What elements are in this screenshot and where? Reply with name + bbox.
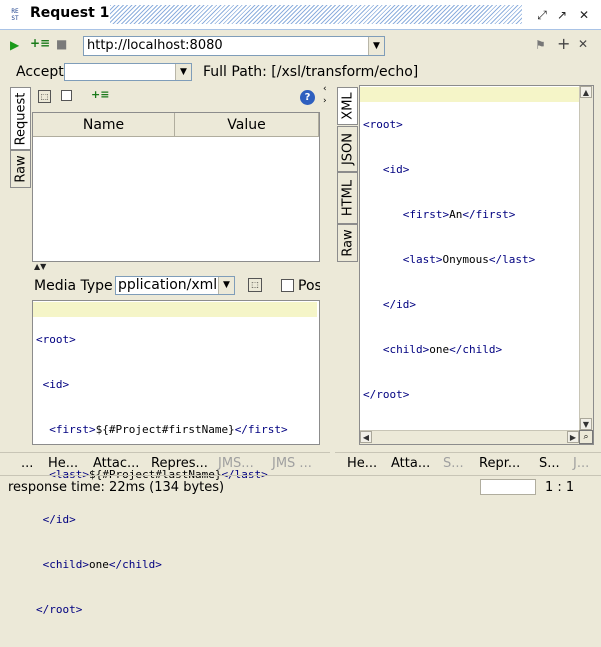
- stop-icon[interactable]: ■: [56, 37, 67, 51]
- tab-request-jms-headers: JMS...: [218, 456, 254, 471]
- code-line: <root>: [363, 118, 403, 131]
- code-line: <first>${#Project#firstName}</first>: [36, 423, 288, 436]
- title-hatch: [110, 5, 522, 24]
- tab-response-raw[interactable]: Raw: [337, 224, 358, 262]
- collapse-left-icon[interactable]: ‹: [323, 85, 327, 94]
- tab-response-attachments[interactable]: Atta...: [391, 454, 430, 474]
- post-label: Pos: [298, 278, 320, 294]
- chevron-down-icon[interactable]: ▼: [175, 64, 191, 80]
- scroll-left-icon[interactable]: ◀: [360, 431, 372, 443]
- code-line: </root>: [36, 603, 83, 616]
- chevron-down-icon[interactable]: ▼: [368, 37, 384, 55]
- params-table: Name Value: [32, 112, 320, 262]
- collapse-right-icon[interactable]: ›: [323, 97, 327, 106]
- flag-icon[interactable]: ⚑: [535, 38, 546, 52]
- window-title: Request 1: [30, 5, 110, 21]
- submit-request-icon[interactable]: ▶: [10, 38, 19, 52]
- scroll-right-icon[interactable]: ▶: [567, 431, 579, 443]
- tab-response-jms: J...: [573, 456, 590, 471]
- response-time-text: response time: 22ms (134 bytes): [8, 480, 225, 495]
- col-header-value[interactable]: Value: [175, 113, 319, 137]
- expand-icon[interactable]: ⬚: [38, 90, 51, 103]
- post-checkbox[interactable]: [281, 279, 294, 292]
- tab-request-attachments[interactable]: Attac...: [93, 454, 139, 474]
- tab-request-jms-properties: JMS ...: [272, 456, 312, 471]
- code-line: <child>one</child>: [363, 343, 503, 356]
- tab-response-ssl: S...: [443, 456, 464, 471]
- request-body-editor[interactable]: <root> <id> <first>${#Project#firstName}…: [32, 300, 320, 616]
- code-line: <id>: [363, 163, 410, 176]
- code-line: </id>: [36, 513, 76, 526]
- tab-request[interactable]: Request: [10, 87, 31, 150]
- request-toolbar: [32, 85, 320, 109]
- tab-request-representations[interactable]: Repres...: [151, 454, 208, 474]
- col-header-name[interactable]: Name: [33, 113, 175, 137]
- tab-request-misc[interactable]: ...: [21, 454, 33, 474]
- media-type-value: pplication/xml: [118, 277, 218, 293]
- checkbox-icon[interactable]: [61, 90, 72, 101]
- full-path-text: Full Path: [/xsl/transform/echo]: [203, 64, 419, 80]
- tab-response-headers[interactable]: He...: [347, 454, 377, 474]
- cursor-position: 1 : 1: [545, 480, 575, 495]
- tab-request-headers[interactable]: He...: [48, 454, 78, 474]
- response-body-editor[interactable]: <root> <id> <first>An</first> <last>Onym…: [359, 85, 594, 445]
- scroll-up-icon[interactable]: ▲: [580, 86, 592, 98]
- search-icon[interactable]: ⌕: [579, 430, 593, 444]
- rest-logo-icon: RE ST: [11, 8, 19, 22]
- add-step-icon[interactable]: +≡: [30, 36, 50, 50]
- close-icon[interactable]: ✕: [576, 7, 592, 23]
- tab-html[interactable]: HTML: [337, 172, 358, 224]
- code-line: <root>: [36, 333, 76, 346]
- add-endpoint-icon[interactable]: +: [557, 34, 570, 53]
- code-line: <id>: [36, 378, 70, 391]
- code-line: </id>: [363, 298, 416, 311]
- horizontal-scrollbar[interactable]: ◀ ▶: [360, 430, 579, 444]
- accept-select[interactable]: ▼: [64, 63, 192, 81]
- tab-xml[interactable]: XML: [337, 87, 358, 125]
- tab-response-schema[interactable]: S...: [539, 454, 560, 474]
- remove-endpoint-icon[interactable]: ✕: [578, 37, 588, 51]
- center-splitter[interactable]: ‹ ›: [322, 85, 332, 455]
- tab-json[interactable]: JSON: [337, 126, 358, 172]
- detach-icon[interactable]: ⤢: [534, 7, 550, 23]
- endpoint-value: http://localhost:8080: [87, 38, 223, 53]
- tab-raw[interactable]: Raw: [10, 150, 31, 188]
- response-body-code: <root> <id> <first>An</first> <last>Onym…: [363, 87, 535, 432]
- scroll-down-icon[interactable]: ▼: [580, 418, 592, 430]
- media-type-select[interactable]: pplication/xml ▼: [115, 276, 235, 295]
- endpoint-select[interactable]: http://localhost:8080 ▼: [83, 36, 385, 56]
- help-icon[interactable]: ?: [300, 90, 315, 105]
- code-line: <last>Onymous</last>: [363, 253, 536, 266]
- vertical-scrollbar[interactable]: ▲ ▼: [579, 86, 593, 430]
- code-line: <child>one</child>: [36, 558, 162, 571]
- accept-label: Accept: [16, 64, 64, 80]
- tab-response-representations[interactable]: Repr...: [479, 454, 520, 474]
- media-type-label: Media Type: [34, 278, 113, 294]
- maximize-icon[interactable]: ↗: [554, 7, 570, 23]
- add-param-icon[interactable]: +≡: [91, 88, 109, 101]
- code-line: </root>: [363, 388, 410, 401]
- expand-icon[interactable]: ⬚: [248, 278, 262, 292]
- chevron-down-icon[interactable]: ▼: [218, 277, 234, 294]
- progress-box: [480, 479, 536, 495]
- code-line: <first>An</first>: [363, 208, 516, 221]
- title-bar: RE ST Request 1 ⤢ ↗ ✕: [0, 0, 601, 30]
- split-arrows-icon[interactable]: ▲▼: [34, 263, 46, 271]
